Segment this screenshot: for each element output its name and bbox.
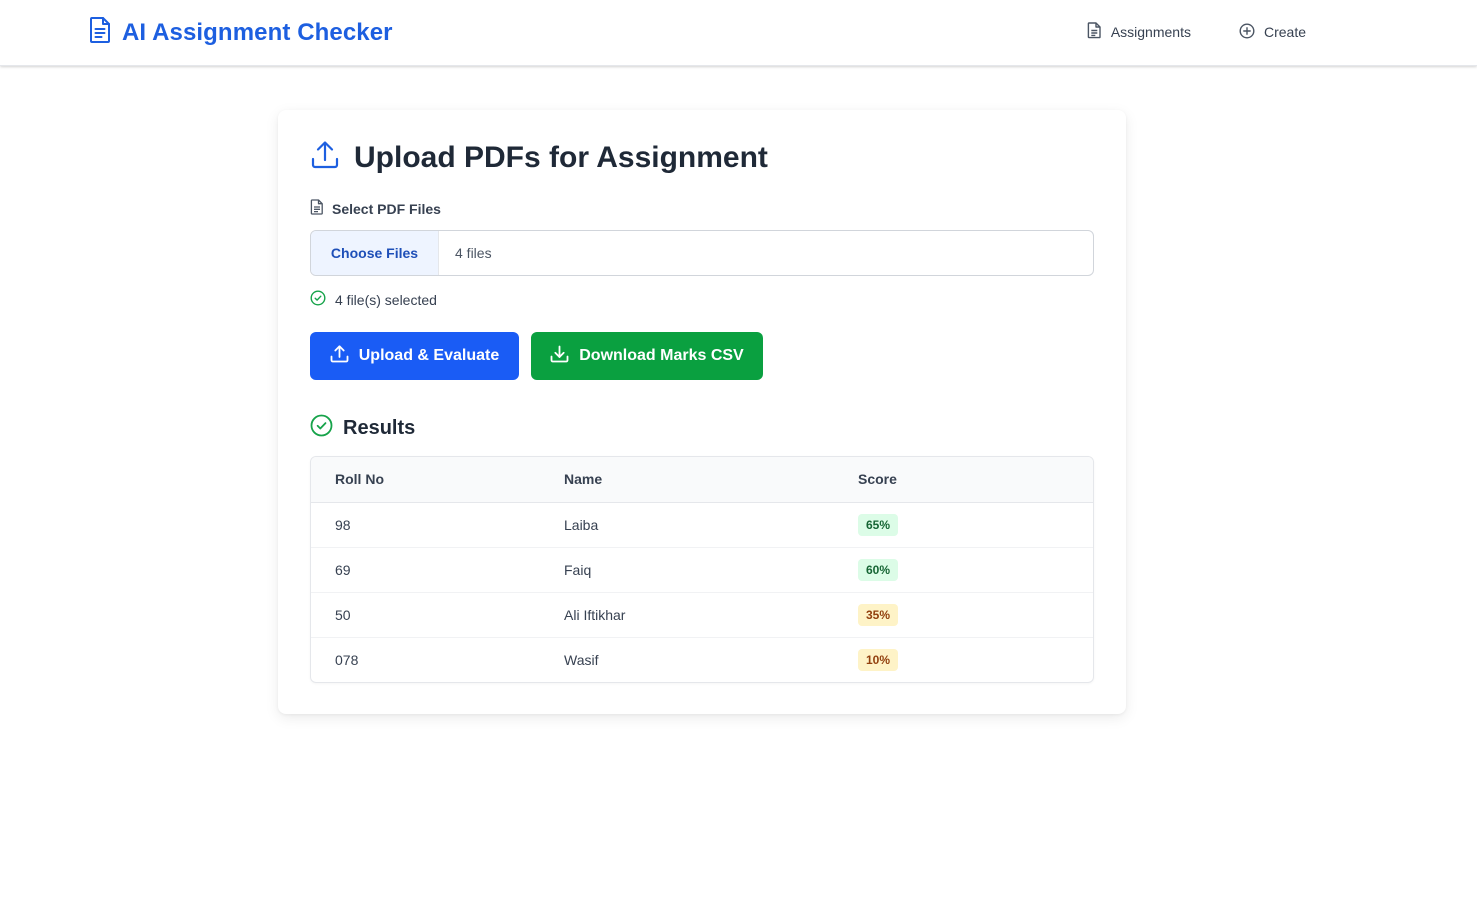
cell-name: Laiba [564,502,858,548]
cell-roll-no: 98 [311,502,564,548]
document-icon [310,199,324,218]
cell-roll-no: 69 [311,547,564,593]
main-nav: Assignments Create [1087,22,1306,42]
nav-item-assignments[interactable]: Assignments [1087,22,1191,42]
results-title: Results [343,416,416,439]
brand[interactable]: AI Assignment Checker [88,16,393,49]
selection-status-text: 4 file(s) selected [335,291,437,308]
pdf-file-input[interactable]: Choose Files 4 files [310,230,1094,276]
cell-name: Wasif [564,651,599,668]
cell-score: 60% [858,547,1093,593]
score-badge: 60% [858,558,899,581]
table-row: 69 Faiq 60% [311,547,1093,593]
table-header-row: Roll No Name Score [311,457,1093,503]
card-header: Upload PDFs for Assignment [310,140,768,175]
check-circle-icon [310,414,333,442]
results-table: Roll No Name Score 98 Laiba 65% 69 Faiq … [310,456,1094,683]
pdf-field-label: Select PDF Files [310,199,441,218]
table-row: 98 Laiba 65% [311,502,1093,548]
cell-score: 35% [858,592,1093,638]
score-badge: 10% [858,648,899,671]
upload-evaluate-button[interactable]: Upload & Evaluate [310,332,519,380]
score-badge: 65% [858,513,899,536]
cell-name: Faiq [564,547,858,593]
table-row: 078 Wasif 10% [311,637,1093,682]
cell-roll-no: 50 [311,592,564,638]
upload-evaluate-label: Upload & Evaluate [358,347,500,364]
document-icon [1087,22,1102,42]
upload-card: Upload PDFs for Assignment Select PDF Fi… [278,110,1126,714]
upload-icon [330,344,349,368]
score-badge: 35% [858,603,899,626]
results-header: Results [310,414,415,442]
file-count-text: 4 files [455,245,492,261]
column-header-name[interactable]: Name [564,457,858,503]
cell-roll-no: 078 [335,651,359,668]
plus-circle-icon [1239,22,1255,42]
cell-score: 65% [858,502,1093,548]
column-header-score[interactable]: Score [858,457,1093,503]
download-icon [550,345,569,368]
column-header-roll-no[interactable]: Roll No [311,457,564,503]
table-row: 50 Ali Iftikhar 35% [311,592,1093,638]
selection-status: 4 file(s) selected [310,290,437,309]
check-circle-icon [310,290,326,309]
download-csv-button[interactable]: Download Marks CSV [531,332,763,380]
document-icon [88,16,112,49]
download-csv-label: Download Marks CSV [579,347,744,364]
nav-label-assignments: Assignments [1110,24,1191,40]
app-title: AI Assignment Checker [122,18,393,46]
cell-score: 10% [858,637,1093,682]
upload-icon [310,140,340,175]
field-label-text: Select PDF Files [332,200,441,217]
top-navbar: AI Assignment Checker Assignments Create [0,0,1477,66]
nav-label-create: Create [1263,24,1306,40]
nav-item-create[interactable]: Create [1239,22,1306,42]
cell-name: Ali Iftikhar [564,592,858,638]
page-title: Upload PDFs for Assignment [354,140,768,174]
choose-files-button[interactable]: Choose Files [311,231,439,275]
